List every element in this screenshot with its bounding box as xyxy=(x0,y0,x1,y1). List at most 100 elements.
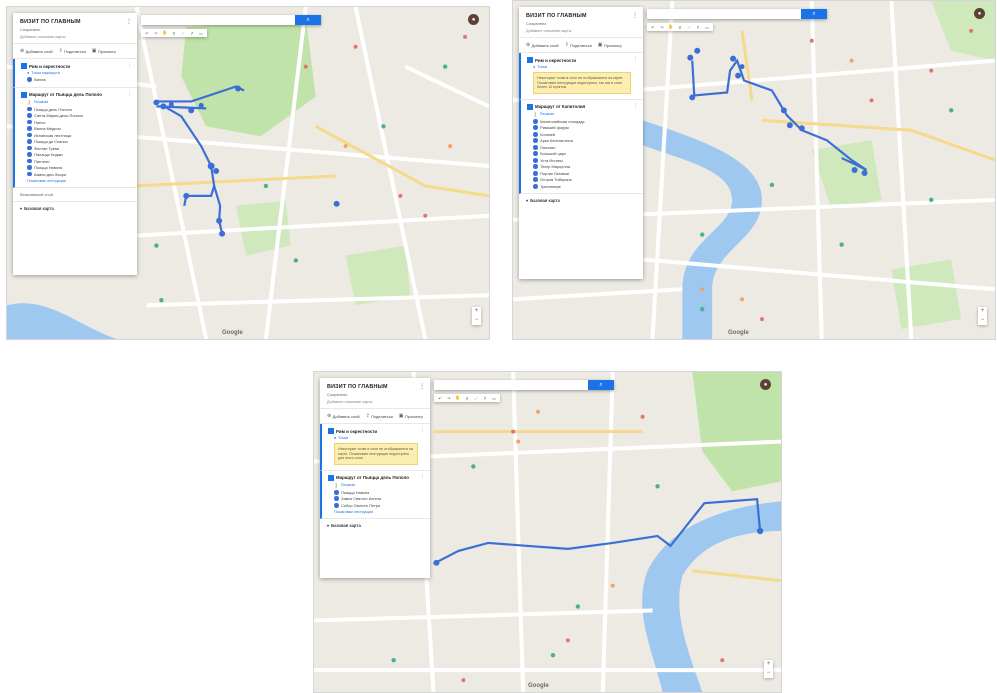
undo-icon[interactable]: ↶ xyxy=(650,25,656,30)
list-item[interactable]: Остров Тиберина xyxy=(533,177,637,182)
layer-style[interactable]: ● Точки xyxy=(533,65,637,69)
list-item[interactable]: Портик Октавии xyxy=(533,171,637,176)
marker-icon[interactable]: ⚲ xyxy=(171,31,177,36)
redo-icon[interactable]: ↷ xyxy=(659,25,665,30)
add-layer-button[interactable]: ⊕ Добавить слой xyxy=(327,413,360,419)
list-item[interactable]: Арка Константина xyxy=(533,138,637,143)
search-bar[interactable]: ⌕ xyxy=(647,9,827,19)
list-item[interactable]: Пинчо xyxy=(27,120,131,125)
undo-icon[interactable]: ↶ xyxy=(144,31,150,36)
more-vert-icon[interactable]: ⋮ xyxy=(632,12,638,19)
list-item[interactable]: Испанская лестница xyxy=(27,133,131,138)
list-item[interactable]: Фонтан Треви xyxy=(27,146,131,151)
minus-icon[interactable]: − xyxy=(981,316,985,325)
search-button[interactable]: ⌕ xyxy=(295,15,321,25)
preview-button[interactable]: ▣ Просмотр xyxy=(92,48,116,54)
list-item[interactable]: Уста Истины xyxy=(533,158,637,163)
base-map-toggle[interactable]: ▾ Базовая карта xyxy=(13,202,137,215)
ruler-icon[interactable]: ▭ xyxy=(198,31,204,36)
travel-mode[interactable]: 🚶 Пешком xyxy=(334,483,424,488)
layer-name[interactable]: Рим и окрестности xyxy=(21,63,131,69)
layer-name[interactable]: Рим и окрестности xyxy=(328,428,424,434)
line-icon[interactable]: ⟋ xyxy=(686,25,692,30)
ruler-icon[interactable]: ▭ xyxy=(491,396,497,401)
list-item[interactable]: Капитолийская площадь xyxy=(533,119,637,124)
line-icon[interactable]: ⟋ xyxy=(180,31,186,36)
minus-icon[interactable]: − xyxy=(767,669,771,678)
checkbox-icon[interactable] xyxy=(21,63,27,69)
more-vert-icon[interactable]: ⋮ xyxy=(127,62,132,68)
layer-name[interactable]: Маршрут от Пьяцца дель Пополо xyxy=(21,91,131,98)
hand-icon[interactable]: ✋ xyxy=(668,24,674,30)
more-vert-icon[interactable]: ⋮ xyxy=(420,474,425,480)
avatar-icon[interactable]: ● xyxy=(760,379,771,390)
share-button[interactable]: ⇪ Поделиться xyxy=(59,48,86,54)
marker-icon[interactable]: ⚲ xyxy=(464,396,470,401)
list-item[interactable]: Римский форум xyxy=(533,125,637,130)
add-layer-button[interactable]: ⊕ Добавить слой xyxy=(526,42,559,48)
directions-icon[interactable]: ↱ xyxy=(482,396,488,401)
directions-link[interactable]: Пошаговые инструкции xyxy=(27,179,131,183)
search-bar[interactable]: ⌕ xyxy=(141,15,321,25)
more-vert-icon[interactable]: ⋮ xyxy=(126,18,132,25)
share-button[interactable]: ⇪ Поделиться xyxy=(366,413,393,419)
directions-icon[interactable]: ↱ xyxy=(695,25,701,30)
plus-icon[interactable]: + xyxy=(475,307,479,316)
checkbox-icon[interactable] xyxy=(21,91,27,98)
travel-mode[interactable]: 🚶 Пешком xyxy=(533,112,637,117)
avatar-icon[interactable]: ● xyxy=(974,8,985,19)
base-map-toggle[interactable]: ▾ Базовая карта xyxy=(320,519,430,532)
list-item[interactable]: Пьяцца Навона xyxy=(334,490,424,495)
preview-button[interactable]: ▣ Просмотр xyxy=(598,42,622,48)
plus-icon[interactable]: + xyxy=(981,307,985,316)
map-title[interactable]: ВИЗИТ ПО ГЛАВНЫМ xyxy=(327,384,423,390)
map-title[interactable]: ВИЗИТ ПО ГЛАВНЫМ xyxy=(526,13,636,19)
layer-name[interactable]: Маршрут от Капитолия xyxy=(527,103,637,110)
travel-mode[interactable]: 🚶 Пешком xyxy=(27,100,131,105)
map-description[interactable]: Добавьте описание карты xyxy=(526,29,636,33)
hand-icon[interactable]: ✋ xyxy=(162,30,168,36)
checkbox-icon[interactable] xyxy=(328,474,334,481)
map-title[interactable]: ВИЗИТ ПО ГЛАВНЫМ xyxy=(20,19,130,25)
directions-icon[interactable]: ↱ xyxy=(189,31,195,36)
list-item[interactable]: Пьяцца ди Спанья xyxy=(27,139,131,144)
minus-icon[interactable]: − xyxy=(475,316,479,325)
layer-style[interactable]: ● Точки маршрута xyxy=(27,71,131,75)
more-vert-icon[interactable]: ⋮ xyxy=(419,383,425,390)
layer-name[interactable]: Маршрут от Пьяцца дель Пополо xyxy=(328,474,424,481)
ruler-icon[interactable]: ▭ xyxy=(704,25,710,30)
map-description[interactable]: Добавьте описание карты xyxy=(20,35,130,39)
checkbox-icon[interactable] xyxy=(527,103,533,110)
untitled-layer[interactable]: Безымянный слой xyxy=(13,188,137,202)
hand-icon[interactable]: ✋ xyxy=(455,395,461,401)
search-bar[interactable]: ⌕ xyxy=(434,380,614,390)
list-item[interactable]: Пьяцца Навона xyxy=(27,165,131,170)
search-button[interactable]: ⌕ xyxy=(588,380,614,390)
more-vert-icon[interactable]: ⋮ xyxy=(633,56,638,62)
line-icon[interactable]: ⟋ xyxy=(473,396,479,401)
directions-link[interactable]: Пошаговые инструкции xyxy=(334,510,424,514)
more-vert-icon[interactable]: ⋮ xyxy=(420,427,425,433)
list-item[interactable]: Большой цирк xyxy=(533,151,637,156)
avatar-icon[interactable]: ● xyxy=(468,14,479,25)
list-item[interactable]: Колизей xyxy=(533,132,637,137)
marker-icon[interactable]: ⚲ xyxy=(677,25,683,30)
list-item[interactable]: Кампо-деи-Фьори xyxy=(27,172,131,177)
redo-icon[interactable]: ↷ xyxy=(153,31,159,36)
map-description[interactable]: Добавьте описание карты xyxy=(327,400,423,404)
search-button[interactable]: ⌕ xyxy=(801,9,827,19)
list-item[interactable]: Пантеон xyxy=(27,159,131,164)
share-button[interactable]: ⇪ Поделиться xyxy=(565,42,592,48)
list-item[interactable]: Санта-Мария-дель-Пополо xyxy=(27,113,131,118)
base-map-toggle[interactable]: ▾ Базовая карта xyxy=(519,194,643,207)
plus-icon[interactable]: + xyxy=(767,660,771,669)
list-item[interactable]: Замок Святого Ангела xyxy=(334,496,424,501)
list-item[interactable]: Палаццо Киджи xyxy=(27,152,131,157)
list-item[interactable]: Трастевере xyxy=(533,184,637,189)
list-item[interactable]: Вилла Медичи xyxy=(27,126,131,131)
more-vert-icon[interactable]: ⋮ xyxy=(633,103,638,109)
checkbox-icon[interactable] xyxy=(328,428,334,434)
list-item[interactable]: Палатин xyxy=(533,145,637,150)
layer-style[interactable]: ● Точки xyxy=(334,436,424,440)
list-item[interactable]: Пьяцца дель Пополо xyxy=(27,107,131,112)
